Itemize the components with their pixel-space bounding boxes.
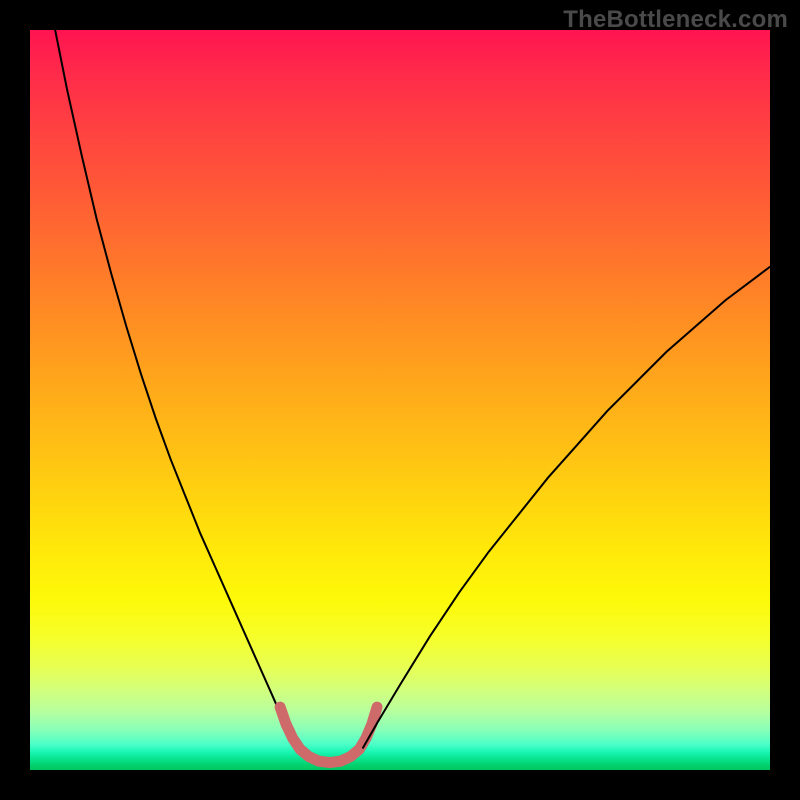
curve-right-branch (363, 267, 770, 748)
chart-svg (30, 30, 770, 770)
chart-frame: TheBottleneck.com (0, 0, 800, 800)
attribution-text: TheBottleneck.com (563, 6, 788, 34)
plot-area (30, 30, 770, 770)
curve-left-branch (55, 30, 296, 748)
curve-valley-floor (280, 707, 377, 763)
